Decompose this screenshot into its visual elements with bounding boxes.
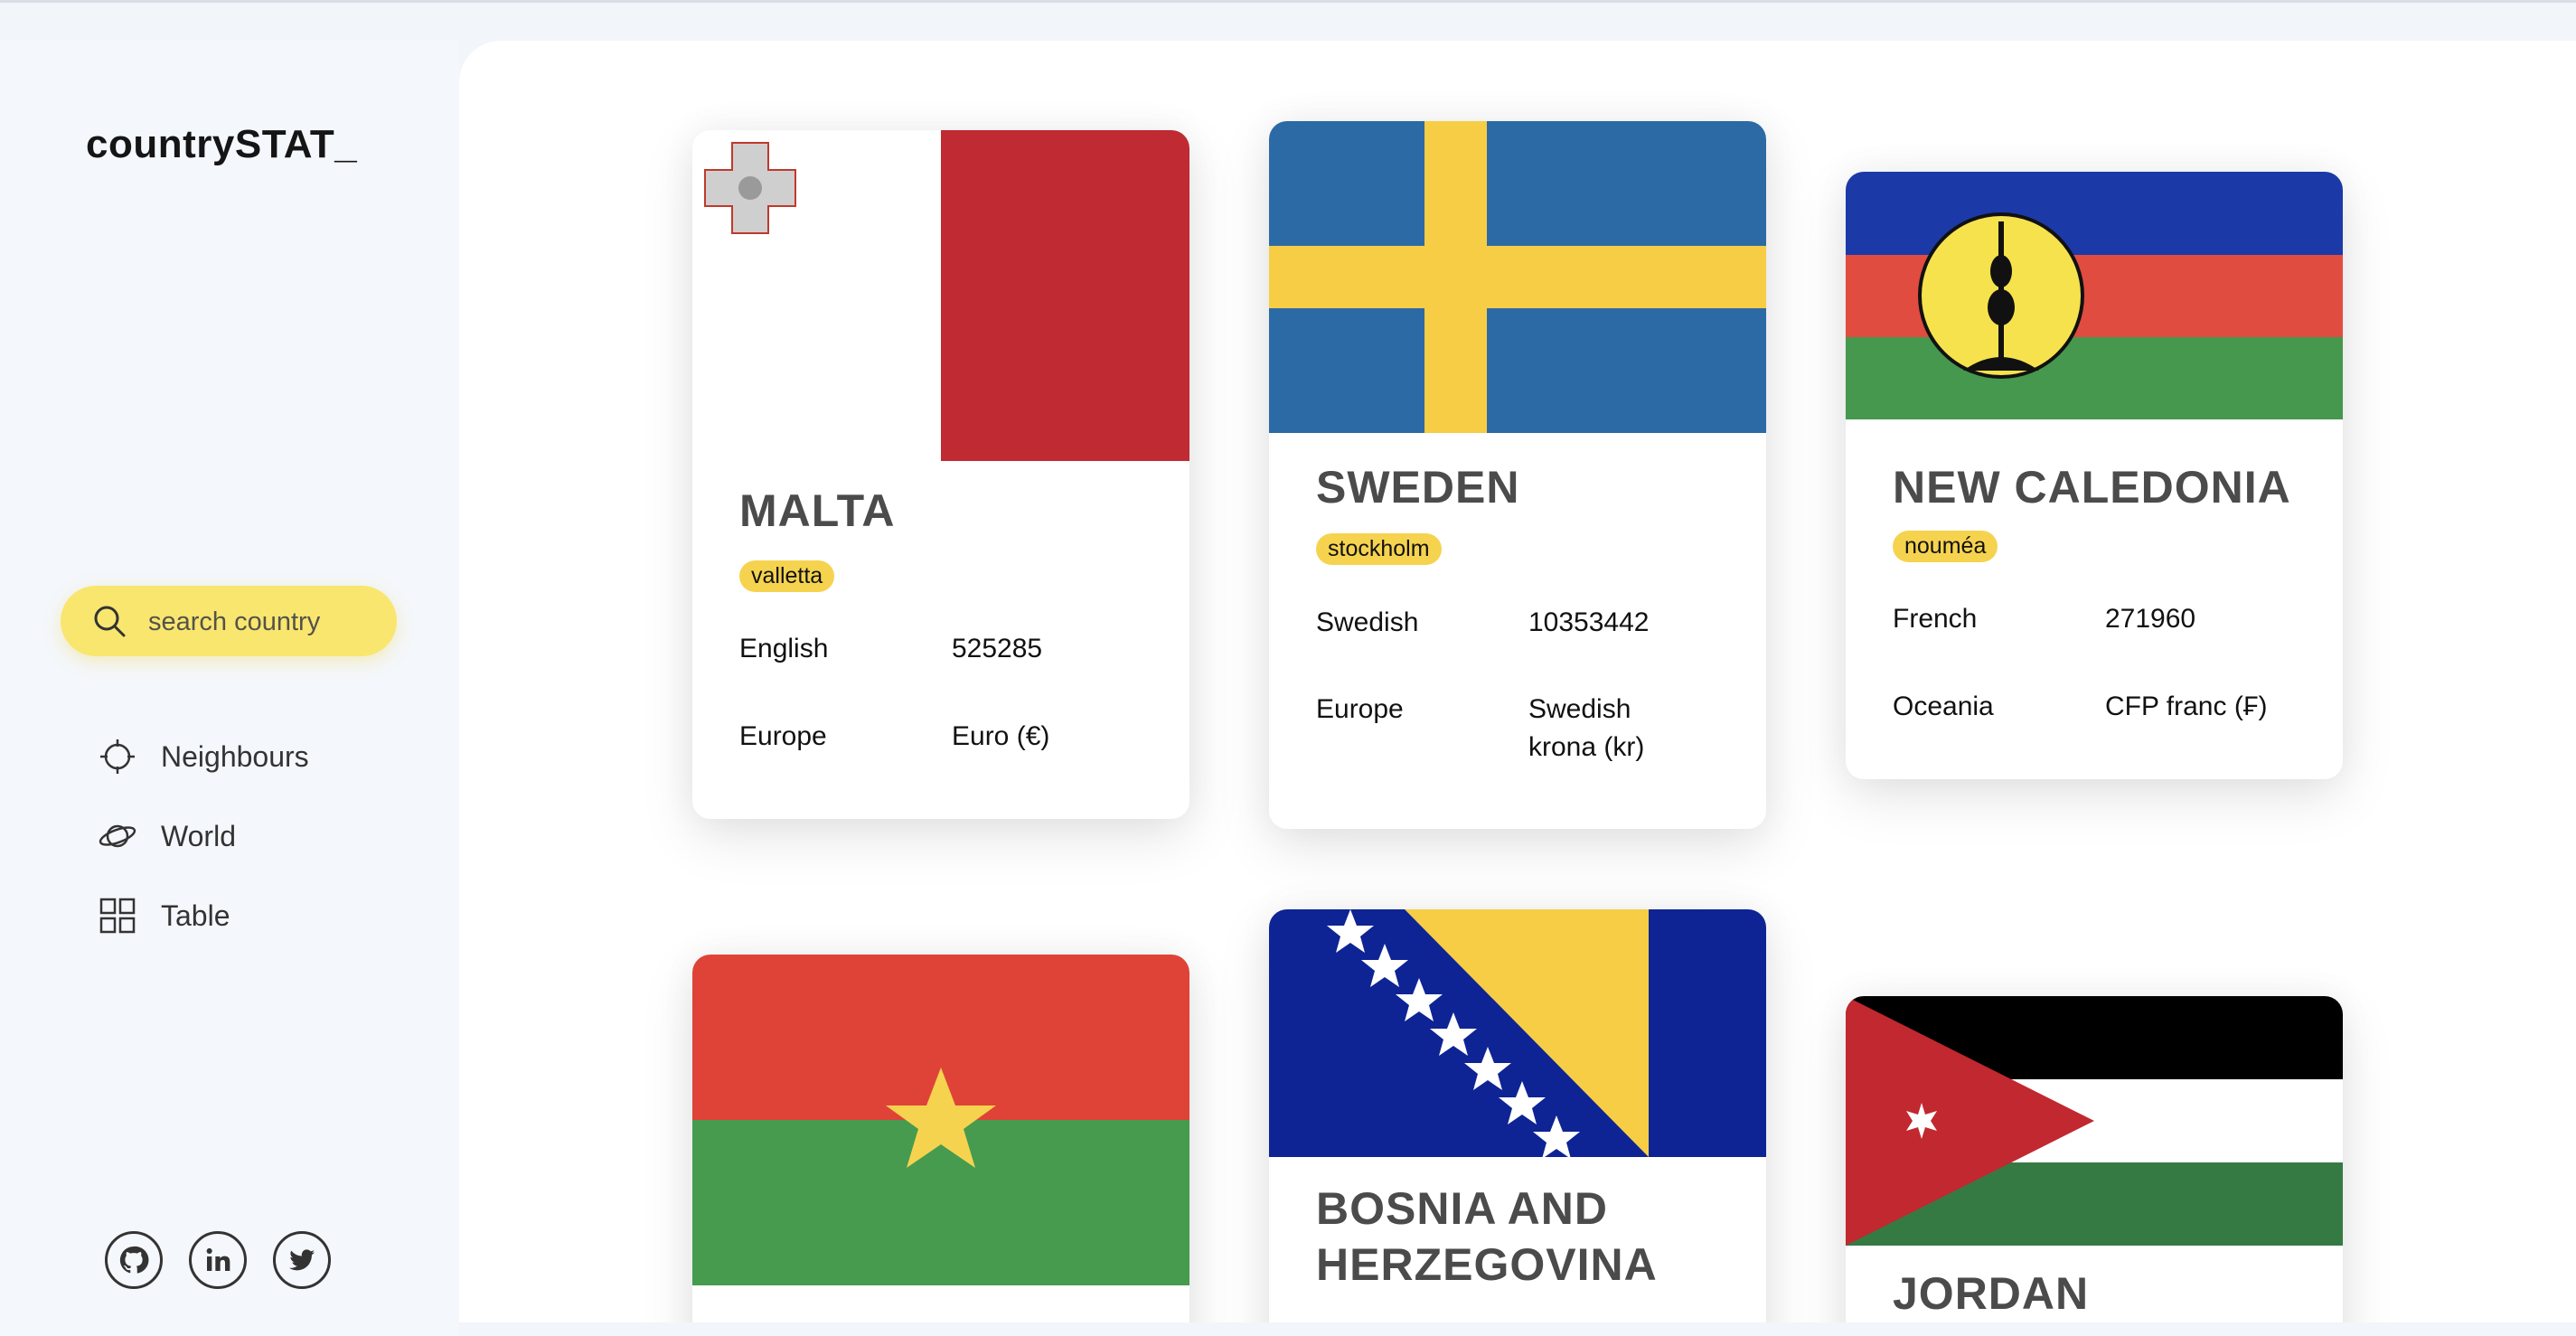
country-card-burkina-faso[interactable]: [692, 955, 1189, 1322]
twitter-link[interactable]: [273, 1231, 331, 1289]
capital-badge: nouméa: [1893, 531, 1998, 562]
nav-item-table[interactable]: Table: [98, 893, 230, 938]
bosnia-flag: [1269, 909, 1766, 1157]
country-name: JORDAN: [1893, 1268, 2090, 1319]
app-logo[interactable]: countrySTAT_: [86, 122, 357, 167]
country-grid: MALTA valletta English 525285 Europe Eur…: [459, 41, 2576, 1322]
region-value: Europe: [1316, 694, 1404, 724]
currency-value: Swedish krona (kr): [1528, 694, 1645, 762]
country-name: NEW CALEDONIA: [1893, 462, 2291, 513]
nav-label-neighbours: Neighbours: [161, 739, 309, 773]
github-icon: [119, 1246, 149, 1274]
language-value: French: [1893, 604, 1978, 634]
linkedin-icon: [206, 1247, 230, 1271]
country-card-new-caledonia[interactable]: NEW CALEDONIA nouméa French 271960 Ocean…: [1846, 172, 2343, 779]
country-card-jordan[interactable]: JORDAN: [1846, 996, 2343, 1322]
country-name: SWEDEN: [1316, 462, 1520, 513]
region-value: Europe: [739, 721, 827, 751]
country-name: MALTA: [739, 485, 896, 536]
language-value: English: [739, 634, 829, 663]
github-link[interactable]: [105, 1231, 163, 1289]
jordan-flag: [1846, 996, 2343, 1246]
twitter-icon: [288, 1249, 315, 1271]
burkina-faso-flag: [692, 955, 1189, 1285]
country-card-sweden[interactable]: SWEDEN stockholm Swedish 10353442 Europe…: [1269, 121, 1766, 829]
grid-icon: [99, 898, 136, 934]
sidebar: countrySTAT_ Neighbours World: [0, 41, 459, 1336]
population-value: 525285: [952, 634, 1043, 663]
linkedin-link[interactable]: [189, 1231, 247, 1289]
capital-badge: stockholm: [1316, 533, 1442, 565]
region-value: Oceania: [1893, 692, 1994, 721]
capital-badge: valletta: [739, 560, 835, 592]
country-name: BOSNIA AND HERZEGOVINA: [1316, 1183, 1658, 1290]
planet-icon: [99, 824, 136, 848]
population-value: 10353442: [1528, 607, 1650, 637]
language-value: Swedish: [1316, 607, 1419, 637]
nav-label-world: World: [161, 819, 236, 852]
malta-flag: [692, 130, 1189, 461]
window-top-border: [0, 0, 2576, 3]
search-box[interactable]: [61, 586, 397, 656]
sweden-flag: [1269, 121, 1766, 433]
country-card-bosnia[interactable]: BOSNIA AND HERZEGOVINA: [1269, 909, 1766, 1322]
currency-value: Euro (€): [952, 721, 1050, 751]
search-icon: [94, 606, 126, 637]
nav-label-table: Table: [161, 899, 230, 932]
country-card-malta[interactable]: MALTA valletta English 525285 Europe Eur…: [692, 130, 1189, 819]
currency-value: CFP franc (₣): [2105, 692, 2268, 721]
population-value: 271960: [2105, 604, 2196, 634]
crosshair-icon: [100, 739, 135, 774]
search-input[interactable]: [146, 602, 376, 642]
nav-item-neighbours[interactable]: Neighbours: [98, 734, 309, 779]
new-caledonia-flag: [1846, 172, 2343, 419]
nav-item-world[interactable]: World: [98, 814, 236, 859]
